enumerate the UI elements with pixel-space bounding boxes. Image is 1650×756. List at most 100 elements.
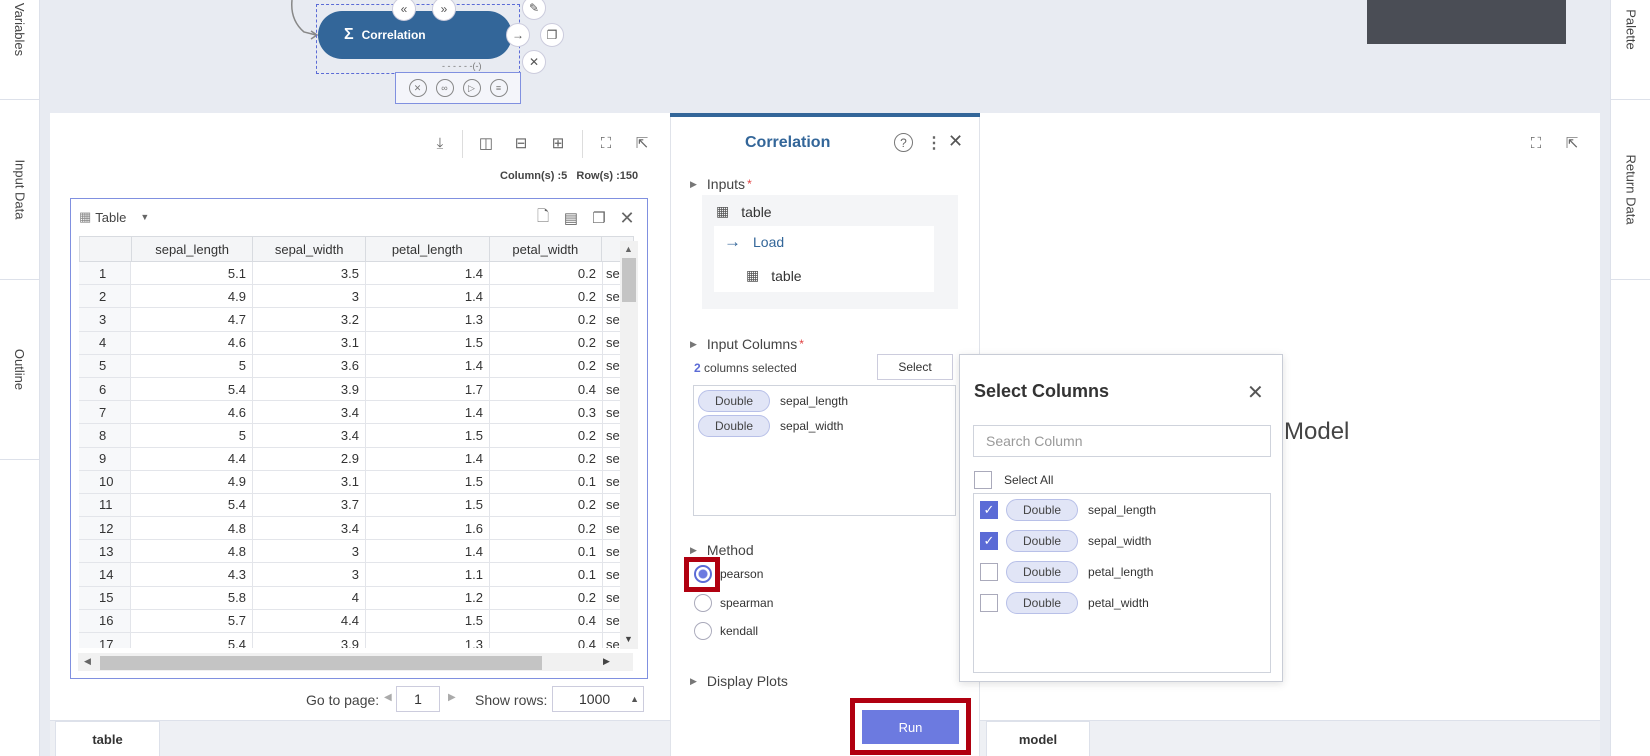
- minimap[interactable]: [1367, 0, 1566, 44]
- model-popout-icon[interactable]: ⇱: [1562, 133, 1582, 153]
- table-cell: 0.2: [490, 447, 603, 470]
- method-section[interactable]: ▶ Method: [690, 542, 754, 558]
- table-row[interactable]: 15 5.8 4 1.2 0.2 se: [79, 586, 634, 610]
- column-header[interactable]: sepal_width: [253, 237, 366, 261]
- model-fullscreen-icon[interactable]: ⛶: [1526, 133, 1546, 153]
- table-row[interactable]: 4 4.6 3.1 1.5 0.2 se: [79, 331, 634, 355]
- run-button[interactable]: Run: [862, 710, 959, 744]
- download-icon[interactable]: ⤓: [430, 133, 450, 153]
- column-header[interactable]: petal_length: [366, 237, 490, 261]
- load-item[interactable]: → Load: [724, 232, 784, 252]
- table-row[interactable]: 7 4.6 3.4 1.4 0.3 se: [79, 401, 634, 425]
- checkbox[interactable]: ✓: [980, 501, 998, 519]
- popout-icon[interactable]: ⇱: [632, 133, 652, 153]
- table-settings-icon[interactable]: ▤: [561, 208, 581, 228]
- split-horizontal-icon[interactable]: ⊟: [511, 133, 531, 153]
- rows-per-page-select[interactable]: 1000 ▲: [552, 686, 644, 712]
- table-row[interactable]: 12 4.8 3.4 1.6 0.2 se: [79, 517, 634, 541]
- load-table-item[interactable]: ▦ table: [746, 267, 802, 284]
- more-options-icon[interactable]: ⋮: [926, 133, 942, 153]
- radio-button[interactable]: [694, 594, 712, 612]
- table-row[interactable]: 11 5.4 3.7 1.5 0.2 se: [79, 493, 634, 518]
- rail-tab-variables[interactable]: Variables: [0, 0, 40, 100]
- table-row[interactable]: 5 5 3.6 1.4 0.2 se: [79, 354, 634, 378]
- table-row[interactable]: 9 4.4 2.9 1.4 0.2 se: [79, 447, 634, 471]
- inputs-section[interactable]: ▶ Inputs *: [690, 176, 752, 192]
- table-row[interactable]: 1 5.1 3.5 1.4 0.2 se: [79, 262, 634, 286]
- input-columns-section[interactable]: ▶ Input Columns *: [690, 336, 804, 352]
- table-selector[interactable]: ▦ Table ▼: [79, 209, 149, 225]
- help-icon[interactable]: ?: [894, 133, 913, 152]
- table-row[interactable]: 8 5 3.4 1.5 0.2 se: [79, 424, 634, 448]
- column-option[interactable]: Double petal_width: [980, 592, 1149, 614]
- select-columns-button[interactable]: Select: [877, 354, 953, 380]
- checkbox[interactable]: ✓: [980, 532, 998, 550]
- rail-tab-outline[interactable]: Outline: [0, 280, 40, 460]
- select-all-row[interactable]: Select All: [974, 471, 1053, 489]
- table-row[interactable]: 10 4.9 3.1 1.5 0.1 se: [79, 470, 634, 494]
- scroll-left-icon[interactable]: ◀: [84, 656, 91, 667]
- table-row[interactable]: 17 5.4 3.9 1.3 0.4 se: [79, 633, 634, 648]
- scroll-up-icon[interactable]: ▲: [624, 244, 633, 254]
- tab-table[interactable]: table: [55, 721, 160, 756]
- vertical-scrollbar[interactable]: [620, 241, 638, 649]
- duplicate-icon[interactable]: ❐: [589, 208, 609, 228]
- clipboard-icon[interactable]: ≡: [489, 79, 508, 97]
- radio-button[interactable]: [694, 622, 712, 640]
- column-option[interactable]: Double petal_length: [980, 561, 1153, 583]
- table-cell: 1.7: [366, 377, 490, 401]
- radio-button[interactable]: [694, 565, 712, 583]
- close-dialog-icon[interactable]: ✕: [1247, 380, 1264, 405]
- checkbox[interactable]: [980, 594, 998, 612]
- next-page-icon[interactable]: ▶: [448, 692, 456, 703]
- scroll-right-icon[interactable]: ▶: [603, 656, 610, 667]
- select-all-checkbox[interactable]: [974, 471, 992, 489]
- column-header[interactable]: petal_width: [490, 237, 603, 261]
- toolbar-divider: [582, 130, 583, 158]
- grid-layout-icon[interactable]: ⊞: [548, 133, 568, 153]
- row-index: 4: [79, 331, 131, 354]
- method-option-kendall[interactable]: kendall: [694, 622, 758, 640]
- rail-tab-palette[interactable]: Palette: [1611, 0, 1650, 100]
- table-row[interactable]: 14 4.3 3 1.1 0.1 se: [79, 563, 634, 587]
- display-plots-section[interactable]: ▶ Display Plots: [690, 673, 788, 689]
- table-row[interactable]: 3 4.7 3.2 1.3 0.2 se: [79, 308, 634, 332]
- column-option[interactable]: ✓ Double sepal_width: [980, 530, 1151, 552]
- sigma-icon: Σ: [344, 26, 354, 43]
- column-header[interactable]: sepal_length: [132, 237, 254, 261]
- checkbox[interactable]: [980, 563, 998, 581]
- table-row[interactable]: 16 5.7 4.4 1.5 0.4 se: [79, 609, 634, 633]
- close-properties-icon[interactable]: ✕: [948, 131, 963, 152]
- close-node-icon[interactable]: ✕: [522, 50, 546, 74]
- correlation-node[interactable]: Σ Correlation: [318, 11, 512, 59]
- rail-tab-input-data[interactable]: Input Data: [0, 100, 40, 280]
- play-icon[interactable]: ▷: [462, 79, 481, 97]
- page-input[interactable]: 1: [396, 686, 440, 712]
- copy-icon[interactable]: ❐: [540, 23, 564, 47]
- split-vertical-icon[interactable]: ◫: [476, 133, 496, 153]
- fullscreen-icon[interactable]: ⛶: [596, 133, 616, 153]
- input-table-item[interactable]: ▦ table: [716, 203, 772, 220]
- table-row[interactable]: 2 4.9 3 1.4 0.2 se: [79, 285, 634, 309]
- arrow-right-icon[interactable]: →: [506, 23, 530, 47]
- table-row[interactable]: 13 4.8 3 1.4 0.1 se: [79, 540, 634, 564]
- method-option-spearman[interactable]: spearman: [694, 594, 773, 612]
- horizontal-scroll-thumb[interactable]: [100, 656, 542, 670]
- selected-column-item: Double sepal_width: [698, 415, 843, 437]
- search-input[interactable]: Search Column: [973, 425, 1271, 457]
- edit-icon[interactable]: ✎: [522, 0, 546, 20]
- link-icon[interactable]: ∞: [435, 79, 454, 97]
- prev-page-icon[interactable]: ◀: [384, 692, 392, 703]
- new-document-icon[interactable]: 🗋: [533, 208, 553, 228]
- scroll-down-icon[interactable]: ▼: [624, 634, 633, 644]
- tab-model[interactable]: model: [986, 721, 1090, 756]
- method-option-pearson[interactable]: pearson: [694, 565, 763, 583]
- column-option[interactable]: ✓ Double sepal_length: [980, 499, 1156, 521]
- stop-icon[interactable]: ✕: [408, 79, 427, 97]
- vertical-scroll-thumb[interactable]: [622, 258, 636, 302]
- close-table-icon[interactable]: ✕: [617, 208, 637, 228]
- section-label: Method: [706, 542, 754, 558]
- table-row[interactable]: 6 5.4 3.9 1.7 0.4 se: [79, 377, 634, 402]
- rail-tab-label: Return Data: [1623, 154, 1639, 225]
- rail-tab-return-data[interactable]: Return Data: [1611, 100, 1650, 280]
